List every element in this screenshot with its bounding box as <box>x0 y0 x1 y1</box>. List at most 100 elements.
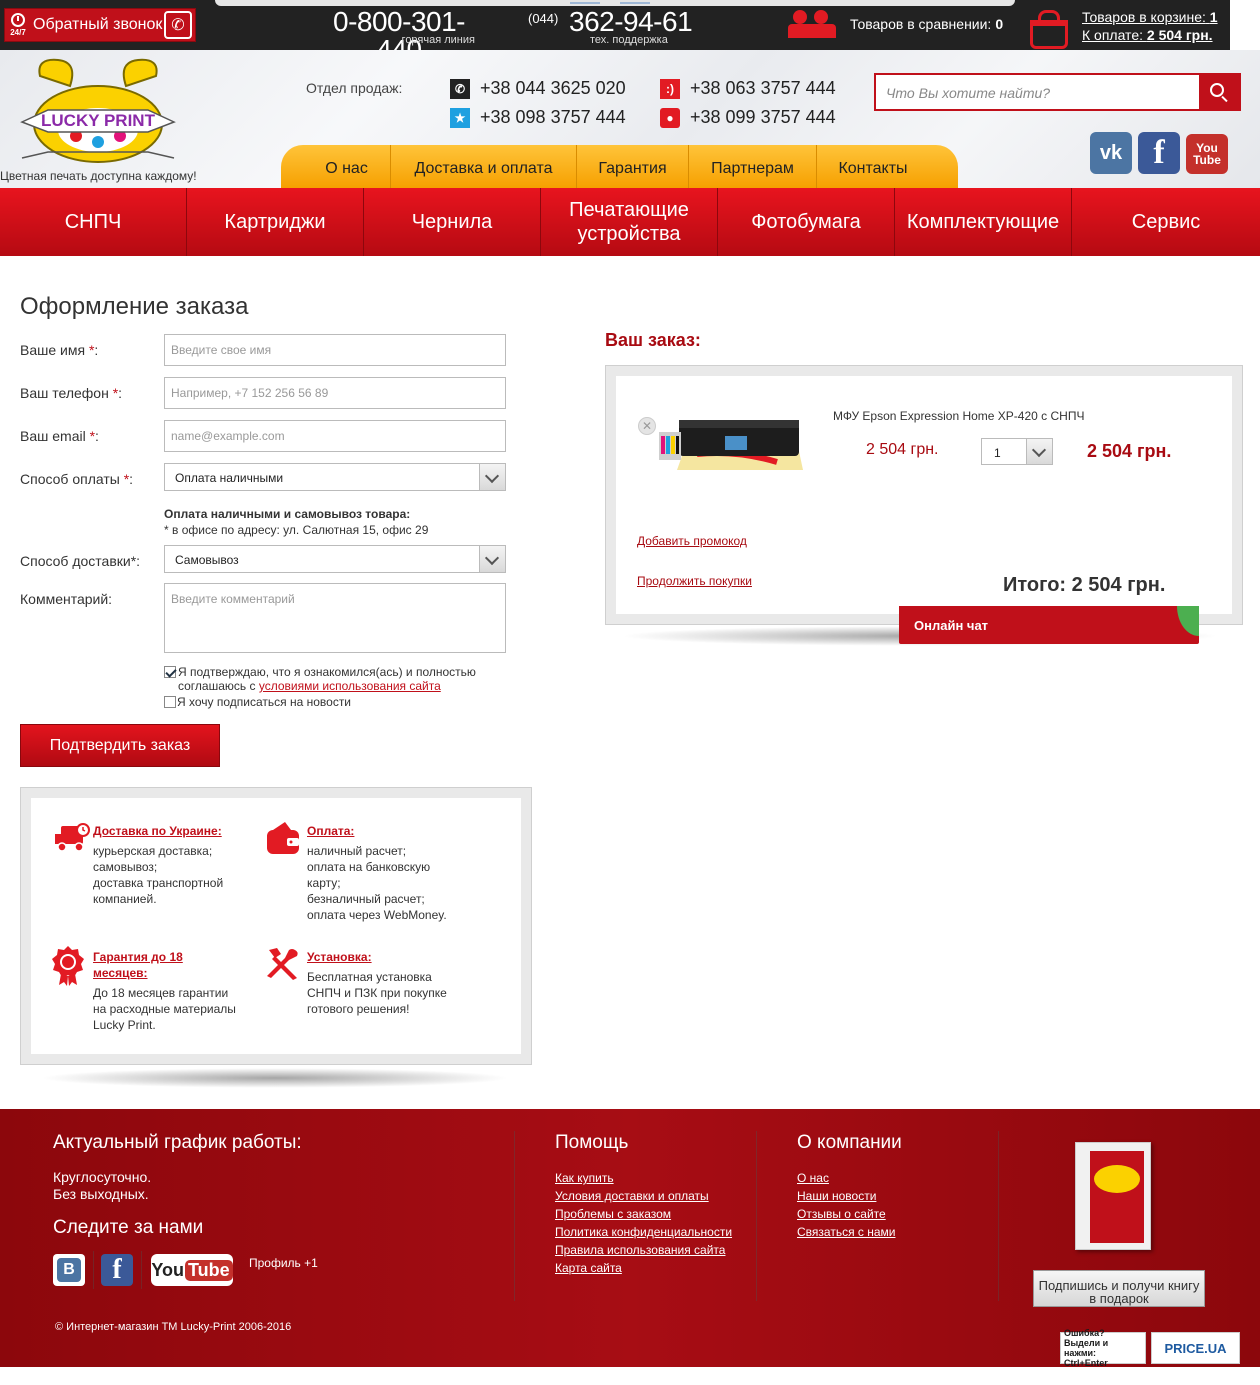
tagline: Цветная печать доступна каждому! <box>0 169 197 183</box>
nav-components[interactable]: Комплектующие <box>895 188 1072 256</box>
terms-link[interactable]: условиями использования сайта <box>259 679 441 693</box>
tools-icon <box>267 948 298 980</box>
footer-link-about[interactable]: О нас <box>797 1169 895 1187</box>
name-label: Ваше имя *: <box>20 342 99 358</box>
footer-link-delivery-terms[interactable]: Условия доставки и оплаты <box>555 1187 732 1205</box>
search-button[interactable] <box>1199 75 1239 109</box>
footer-divider <box>998 1131 999 1301</box>
footer-link-rules[interactable]: Правила использования сайта <box>555 1241 732 1259</box>
chevron-down-icon[interactable] <box>1026 439 1052 464</box>
callback-label: Обратный звонок <box>33 16 163 33</box>
lucky-print-logo[interactable]: LUCKY PRINT <box>18 56 178 168</box>
footer-link-how-to-buy[interactable]: Как купить <box>555 1169 732 1187</box>
agree-checkbox[interactable] <box>164 666 176 678</box>
compare-widget[interactable]: Товаров в сравнении: 0 <box>788 8 1003 40</box>
cart-items-link[interactable]: Товаров в корзине: 1 <box>1082 8 1218 26</box>
top-bar: 24/7 Обратный звонок ✆ 0-800-301-440 гор… <box>0 0 1230 64</box>
life-operator-icon: :) <box>660 78 680 99</box>
callback-button[interactable]: 24/7 Обратный звонок ✆ <box>4 8 196 42</box>
product-name[interactable]: МФУ Epson Expression Home XP-420 с СНПЧ <box>833 409 1084 423</box>
remove-item-icon[interactable]: ✕ <box>638 417 656 435</box>
support-code: (044) <box>528 11 559 26</box>
vk-icon[interactable]: B <box>53 1254 85 1286</box>
product-sum: 2 504 грн. <box>1087 441 1172 461</box>
nav-printers[interactable]: Печатающие устройства <box>541 188 718 256</box>
site-header: LUCKY PRINT Цветная печать доступна кажд… <box>0 50 1260 188</box>
info-warranty-title[interactable]: Гарантия до 18 месяцев: <box>93 949 263 981</box>
info-payment-title[interactable]: Оплата: <box>307 823 507 839</box>
footer-link-sitemap[interactable]: Карта сайта <box>555 1259 732 1277</box>
footer-link-order-problems[interactable]: Проблемы с заказом <box>555 1205 732 1223</box>
orphus-error-badge[interactable]: Ошибка? Выдели и нажми: Ctrl+Enter <box>1060 1328 1146 1368</box>
clock-24-7-icon: 24/7 <box>5 9 31 41</box>
add-promo-link[interactable]: Добавить промокод <box>637 534 747 548</box>
email-field[interactable] <box>164 420 506 452</box>
info-delivery-title[interactable]: Доставка по Украине: <box>93 823 263 839</box>
continue-shopping-link[interactable]: Продолжить покупки <box>637 574 752 588</box>
copyright: © Интернет-магазин ТМ Lucky-Print 2006-2… <box>55 1321 292 1333</box>
price-ua-badge[interactable]: PRICE.UA <box>1151 1332 1240 1364</box>
delivery-label: Способ доставки*: <box>20 553 141 569</box>
payment-info-title: Оплата наличными и самовывоз товара: <box>164 507 411 521</box>
search-input[interactable] <box>886 83 1196 103</box>
subscribe-book-button[interactable]: Подпишись и получи книгу в подарок <box>1033 1270 1205 1307</box>
name-field[interactable] <box>164 334 506 366</box>
cart-pay-link[interactable]: К оплате: 2 504 грн. <box>1082 26 1218 44</box>
sales-label: Отдел продаж: <box>306 80 403 96</box>
phone-label: Ваш телефон *: <box>20 385 123 401</box>
online-chat-button[interactable]: Онлайн чат <box>899 606 1199 644</box>
footer-divider <box>756 1131 757 1301</box>
footer-link-contact[interactable]: Связаться с нами <box>797 1223 895 1241</box>
nav-cartridges[interactable]: Картриджи <box>187 188 364 256</box>
subnav-about[interactable]: О нас <box>303 145 391 188</box>
basket-icon[interactable] <box>1026 10 1068 49</box>
sales-phone-2[interactable]: :) +38 063 3757 444 <box>660 78 836 99</box>
footer-link-news[interactable]: Наши новости <box>797 1187 895 1205</box>
vk-icon[interactable]: vk <box>1090 132 1132 174</box>
subnav-delivery[interactable]: Доставка и оплата <box>391 145 577 188</box>
facebook-icon[interactable]: f <box>1138 132 1180 174</box>
payment-info-text: * в офисе по адресу: ул. Салютная 15, оф… <box>164 523 429 537</box>
sales-phone-4[interactable]: ● +38 099 3757 444 <box>660 107 836 128</box>
info-payment: Оплата: наличный расчет; оплата на банков… <box>307 823 507 923</box>
nav-cisс[interactable]: СНПЧ <box>0 188 187 256</box>
info-installation-title[interactable]: Установка: <box>307 949 507 965</box>
chat-leaf-icon <box>1177 606 1199 636</box>
subnav-contacts[interactable]: Контакты <box>817 145 929 188</box>
sales-phone-3[interactable]: ★ +38 098 3757 444 <box>450 107 626 128</box>
subnav-partners[interactable]: Партнерам <box>689 145 817 188</box>
support-caption: тех. поддержка <box>590 34 668 46</box>
comment-label: Комментарий: <box>20 591 113 607</box>
footer-link-privacy[interactable]: Политика конфиденциальности <box>555 1223 732 1241</box>
subscribe-checkbox[interactable] <box>164 696 176 708</box>
support-number[interactable]: 362-94-61 <box>569 8 693 36</box>
info-warranty: Гарантия до 18 месяцев: До 18 месяцев гар… <box>93 949 263 1033</box>
footer-divider <box>93 1251 94 1289</box>
comment-field[interactable] <box>164 583 506 653</box>
chevron-down-icon[interactable] <box>479 464 505 490</box>
confirm-order-button[interactable]: Подтвердить заказ <box>20 724 220 767</box>
profile-plus-one[interactable]: Профиль +1 <box>249 1255 318 1272</box>
facebook-icon[interactable]: f <box>101 1254 133 1286</box>
delivery-select[interactable]: Самовывоз <box>164 545 506 573</box>
phone-icon: ✆ <box>164 11 192 39</box>
chevron-down-icon[interactable] <box>479 546 505 572</box>
subscribe-checkbox-row: Я хочу подписаться на новости <box>164 695 351 709</box>
nav-photo-paper[interactable]: Фотобумага <box>718 188 895 256</box>
search-icon <box>1210 83 1224 97</box>
help-links: Как купить Условия доставки и оплаты Про… <box>555 1169 732 1277</box>
quantity-select[interactable]: 1 <box>981 438 1053 465</box>
payment-select[interactable]: Оплата наличными <box>164 463 506 491</box>
footer-link-reviews[interactable]: Отзывы о сайте <box>797 1205 895 1223</box>
nav-ink[interactable]: Чернила <box>364 188 541 256</box>
phone-field[interactable] <box>164 377 506 409</box>
youtube-icon[interactable]: You Tube <box>1186 134 1228 174</box>
agree-checkbox-row: Я подтверждаю, что я ознакомился(ась) и … <box>164 665 504 693</box>
online-chat-label: Онлайн чат <box>914 618 989 633</box>
subnav-warranty[interactable]: Гарантия <box>577 145 689 188</box>
sales-phone-1[interactable]: ✆ +38 044 3625 020 <box>450 78 626 99</box>
nav-service[interactable]: Сервис <box>1072 188 1260 256</box>
product-image[interactable] <box>657 414 803 476</box>
youtube-icon[interactable]: You Tube <box>151 1254 233 1286</box>
payment-info: Оплата наличными и самовывоз товара: * в… <box>164 506 428 538</box>
